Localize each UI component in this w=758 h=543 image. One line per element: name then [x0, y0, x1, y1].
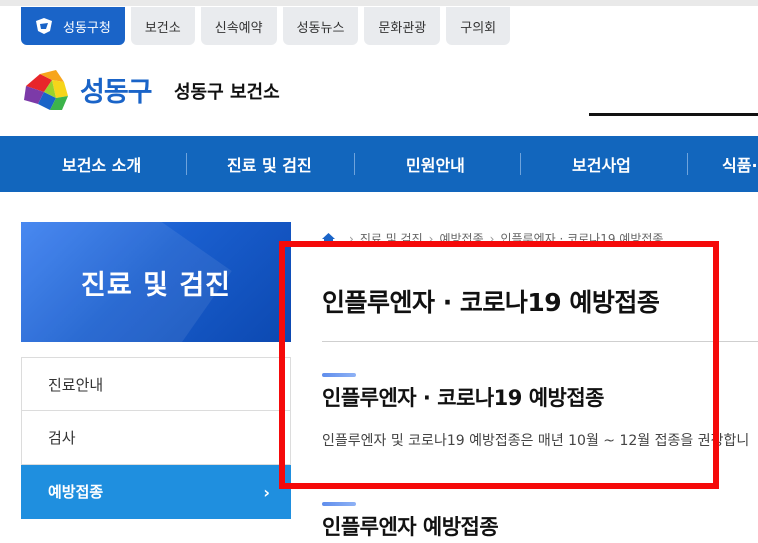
nav-item-food[interactable]: 식품·	[722, 136, 758, 192]
nav-divider	[520, 153, 521, 175]
top-tabs: 성동구청 보건소 신속예약 성동뉴스 문화관광 구의회	[21, 7, 511, 45]
nav-divider	[354, 153, 355, 175]
tab-health-center[interactable]: 보건소	[130, 7, 195, 45]
sidebar-title: 진료 및 검진	[81, 269, 231, 301]
highlight-box	[279, 241, 719, 489]
nav-divider	[186, 153, 187, 175]
chevron-right-icon: ›	[263, 483, 270, 502]
tab-culture-tourism[interactable]: 문화관광	[364, 7, 441, 45]
sidebar-menu: 진료안내 검사 예방접종 ›	[21, 357, 291, 519]
tab-label: 문화관광	[378, 20, 427, 36]
section-title: 인플루엔자 예방접종	[322, 515, 499, 539]
sidebar-header: 진료 및 검진	[21, 222, 291, 342]
tab-label: 구의회	[460, 20, 497, 36]
district-logo-icon	[36, 18, 52, 34]
tab-seongdong-news[interactable]: 성동뉴스	[282, 7, 359, 45]
tab-label: 성동구청	[63, 20, 111, 36]
site-name[interactable]: 성동구 보건소	[174, 78, 280, 104]
nav-item-treatment[interactable]: 진료 및 검진	[227, 136, 312, 192]
main-nav: 보건소 소개 진료 및 검진 민원안내 보건사업 식품·	[0, 136, 758, 192]
sidebar-item-tests[interactable]: 검사	[21, 411, 291, 465]
top-strip	[0, 0, 758, 6]
sidebar-item-label: 검사	[48, 429, 76, 447]
nav-item-civil-service[interactable]: 민원안내	[406, 136, 465, 192]
search-underline	[589, 113, 758, 116]
tab-label: 보건소	[144, 20, 181, 36]
tab-quick-reservation[interactable]: 신속예약	[200, 7, 277, 45]
tab-district-council[interactable]: 구의회	[446, 7, 511, 45]
section-accent-bar	[322, 502, 356, 506]
tab-label: 성동뉴스	[296, 20, 345, 36]
sidebar-item-treatment-info[interactable]: 진료안내	[21, 357, 291, 411]
nav-item-about[interactable]: 보건소 소개	[62, 136, 141, 192]
tab-seongdong-office[interactable]: 성동구청	[21, 7, 125, 45]
logo-wordmark[interactable]: 성동구	[80, 70, 153, 109]
nav-divider	[687, 153, 688, 175]
sidebar-item-label: 예방접종	[48, 483, 104, 501]
seongdong-logo-icon[interactable]	[22, 68, 70, 114]
tab-label: 신속예약	[214, 20, 263, 36]
sidebar-item-vaccination[interactable]: 예방접종 ›	[21, 465, 291, 519]
sidebar-item-label: 진료안내	[48, 375, 104, 394]
nav-item-health-projects[interactable]: 보건사업	[572, 136, 631, 192]
